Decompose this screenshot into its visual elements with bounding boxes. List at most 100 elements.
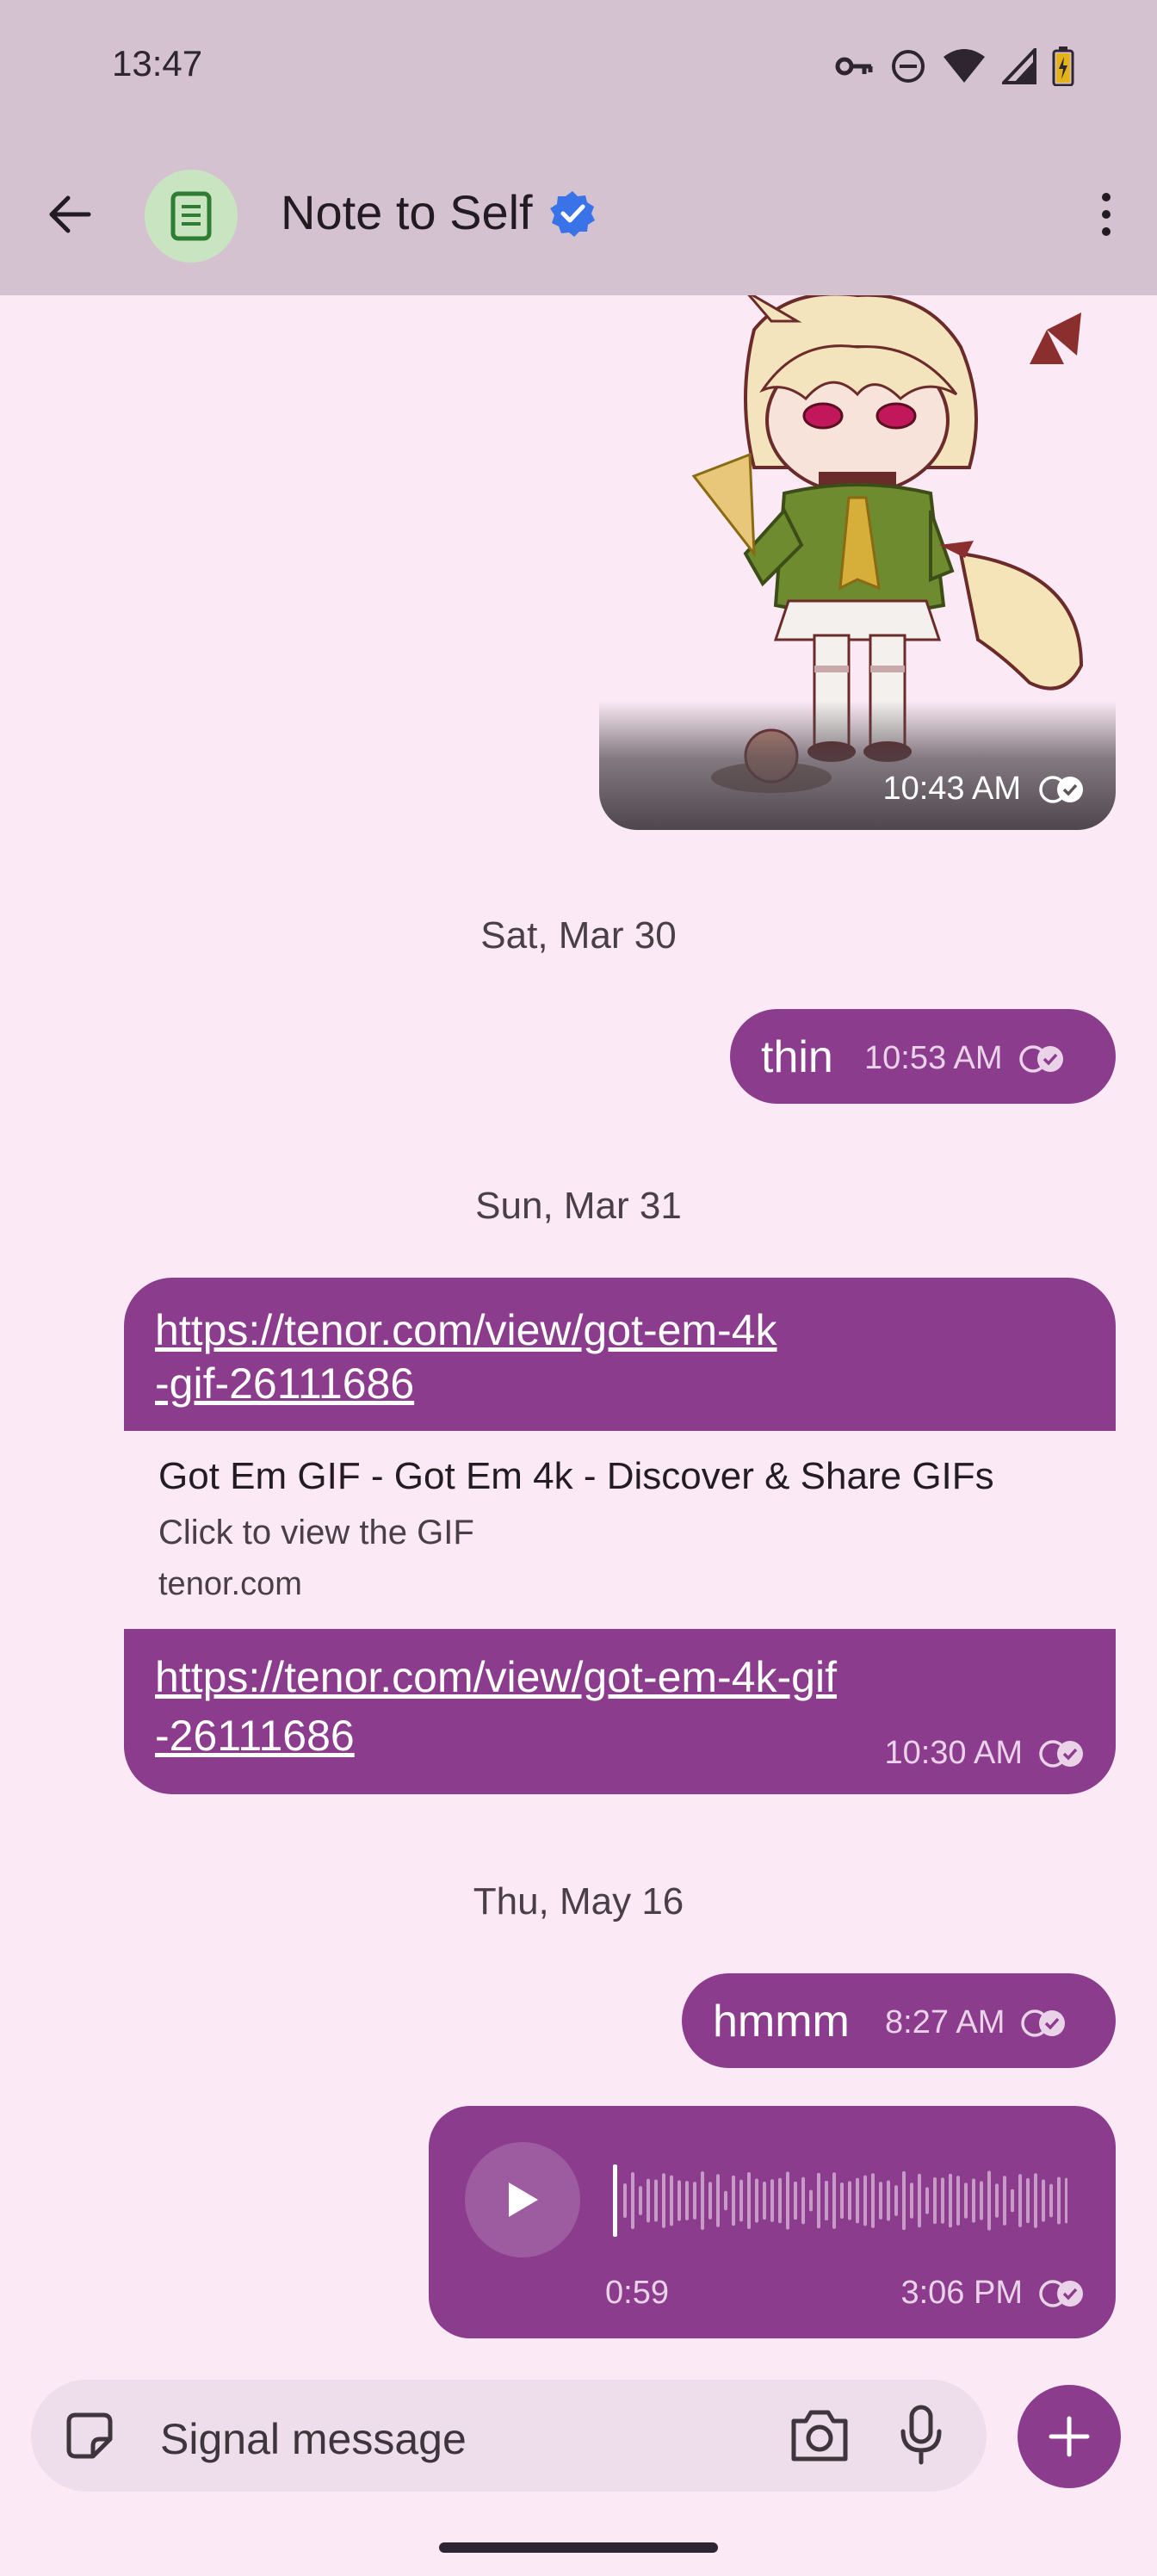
waveform-bar (987, 2170, 991, 2231)
link-preview-description: Click to view the GIF (158, 1514, 474, 1551)
link-url-bottom[interactable]: https://tenor.com/view/got-em-4k-gif -26… (155, 1648, 837, 1765)
waveform-bar (887, 2180, 890, 2221)
image-message-meta: 10:43 AM (882, 771, 1085, 808)
camera-button[interactable] (789, 2406, 851, 2468)
waveform-bar (980, 2181, 983, 2220)
more-options-button[interactable] (1076, 184, 1136, 245)
voice-message[interactable]: 0:59 3:06 PM (429, 2106, 1116, 2338)
date-divider: Sun, Mar 31 (475, 1185, 682, 1227)
conversation-title: Note to Self (281, 185, 533, 239)
message-meta: 8:27 AM (885, 2004, 1067, 2041)
mic-button[interactable] (897, 2404, 945, 2470)
waveform-bar (949, 2173, 952, 2228)
waveform-bar (693, 2182, 696, 2220)
waveform-bar (1018, 2174, 1022, 2227)
waveform-bar (956, 2176, 960, 2226)
waveform-bar (918, 2173, 921, 2228)
link-message-body[interactable]: https://tenor.com/view/got-em-4k-gif -26… (124, 1629, 1116, 1794)
message-bubble-hmmm[interactable]: hmmm 8:27 AM (682, 1973, 1116, 2068)
waveform-bar (933, 2177, 937, 2225)
waveform-bar (1003, 2176, 1006, 2226)
waveform-bar (871, 2173, 875, 2228)
waveform-bar (747, 2171, 751, 2230)
back-button[interactable] (40, 184, 100, 245)
plus-icon (1049, 2416, 1090, 2457)
waveform-bar (1026, 2177, 1030, 2224)
waveform-bar (716, 2174, 720, 2227)
waveform-bar (832, 2172, 836, 2229)
more-vert-icon (1102, 193, 1111, 236)
gesture-nav-handle[interactable] (439, 2542, 718, 2553)
delivered-read-icon (1039, 775, 1083, 803)
message-time: 3:06 PM (900, 2275, 1023, 2311)
waveform-bar (894, 2185, 898, 2216)
waveform-bar (1011, 2189, 1014, 2213)
image-overlay (599, 701, 1116, 830)
waveform-bar (1065, 2177, 1067, 2224)
waveform-bar (708, 2182, 712, 2220)
waveform-bar (739, 2179, 743, 2222)
message-time: 10:53 AM (864, 1040, 1003, 1076)
play-button[interactable] (465, 2142, 580, 2257)
status-time: 13:47 (112, 43, 203, 84)
message-meta: 10:30 AM (884, 1735, 1085, 1772)
waveform-bar (647, 2178, 650, 2223)
sticker-button[interactable] (62, 2408, 117, 2468)
message-bubble-thin[interactable]: thin 10:53 AM (730, 1009, 1116, 1104)
waveform-bar (1049, 2183, 1053, 2218)
link-url-top[interactable]: https://tenor.com/view/got-em-4k -gif-26… (155, 1303, 777, 1410)
waveform-bar (925, 2187, 929, 2214)
waveform-bar (863, 2175, 867, 2226)
waveform[interactable] (611, 2158, 1067, 2244)
message-meta: 10:53 AM (864, 1040, 1065, 1077)
avatar[interactable] (145, 170, 238, 263)
image-message[interactable]: 10:43 AM (599, 295, 1116, 830)
waveform-bar (639, 2186, 642, 2215)
message-text: thin (761, 1032, 833, 1082)
mic-icon (900, 2405, 942, 2465)
waveform-bar (763, 2181, 766, 2220)
chat-title[interactable]: Note to Self (281, 184, 597, 240)
camera-icon (791, 2410, 848, 2461)
message-time: 10:30 AM (884, 1735, 1023, 1771)
waveform-bar (809, 2189, 813, 2212)
status-bar: 13:47 (0, 0, 1157, 129)
sticker-icon (66, 2412, 113, 2459)
vpn-key-icon (835, 57, 873, 76)
waveform-bar (1057, 2177, 1061, 2225)
link-preview-title: Got Em GIF - Got Em 4k - Discover & Shar… (158, 1455, 994, 1497)
attach-button[interactable] (1018, 2385, 1121, 2488)
message-composer: Signal message (31, 2380, 987, 2492)
waveform-bar (1042, 2179, 1045, 2222)
waveform-bar (910, 2183, 913, 2219)
play-icon (509, 2183, 538, 2217)
waveform-bar (701, 2171, 704, 2230)
delivered-read-icon (1039, 1739, 1083, 1768)
waveform-bar (631, 2172, 634, 2229)
waveform-bar (778, 2177, 782, 2224)
message-time: 10:43 AM (882, 771, 1021, 807)
waveform-bar (786, 2171, 789, 2230)
waveform-bar (770, 2179, 774, 2222)
message-input[interactable]: Signal message (160, 2414, 467, 2464)
waveform-bar (848, 2181, 851, 2220)
waveform-bar (670, 2175, 673, 2226)
waveform-bar (685, 2181, 689, 2220)
waveform-bar (964, 2183, 968, 2219)
signal-icon (1002, 48, 1036, 84)
waveform-bar (941, 2177, 944, 2224)
waveform-bar (794, 2181, 797, 2220)
waveform-bar (817, 2172, 820, 2229)
waveform-bar (755, 2178, 758, 2223)
waveform-bar (856, 2177, 859, 2224)
delivered-read-icon (1021, 2009, 1066, 2037)
delivered-read-icon (1018, 1044, 1063, 1073)
waveform-bar (902, 2170, 906, 2231)
playback-cursor[interactable] (613, 2164, 617, 2237)
message-time: 8:27 AM (885, 2004, 1005, 2040)
waveform-bar (654, 2179, 658, 2222)
waveform-bar (801, 2177, 805, 2225)
link-message[interactable]: https://tenor.com/view/got-em-4k -gif-26… (124, 1278, 1116, 1431)
link-preview-card[interactable]: Got Em GIF - Got Em 4k - Discover & Shar… (124, 1431, 1116, 1629)
message-text: hmmm (713, 1997, 850, 2047)
